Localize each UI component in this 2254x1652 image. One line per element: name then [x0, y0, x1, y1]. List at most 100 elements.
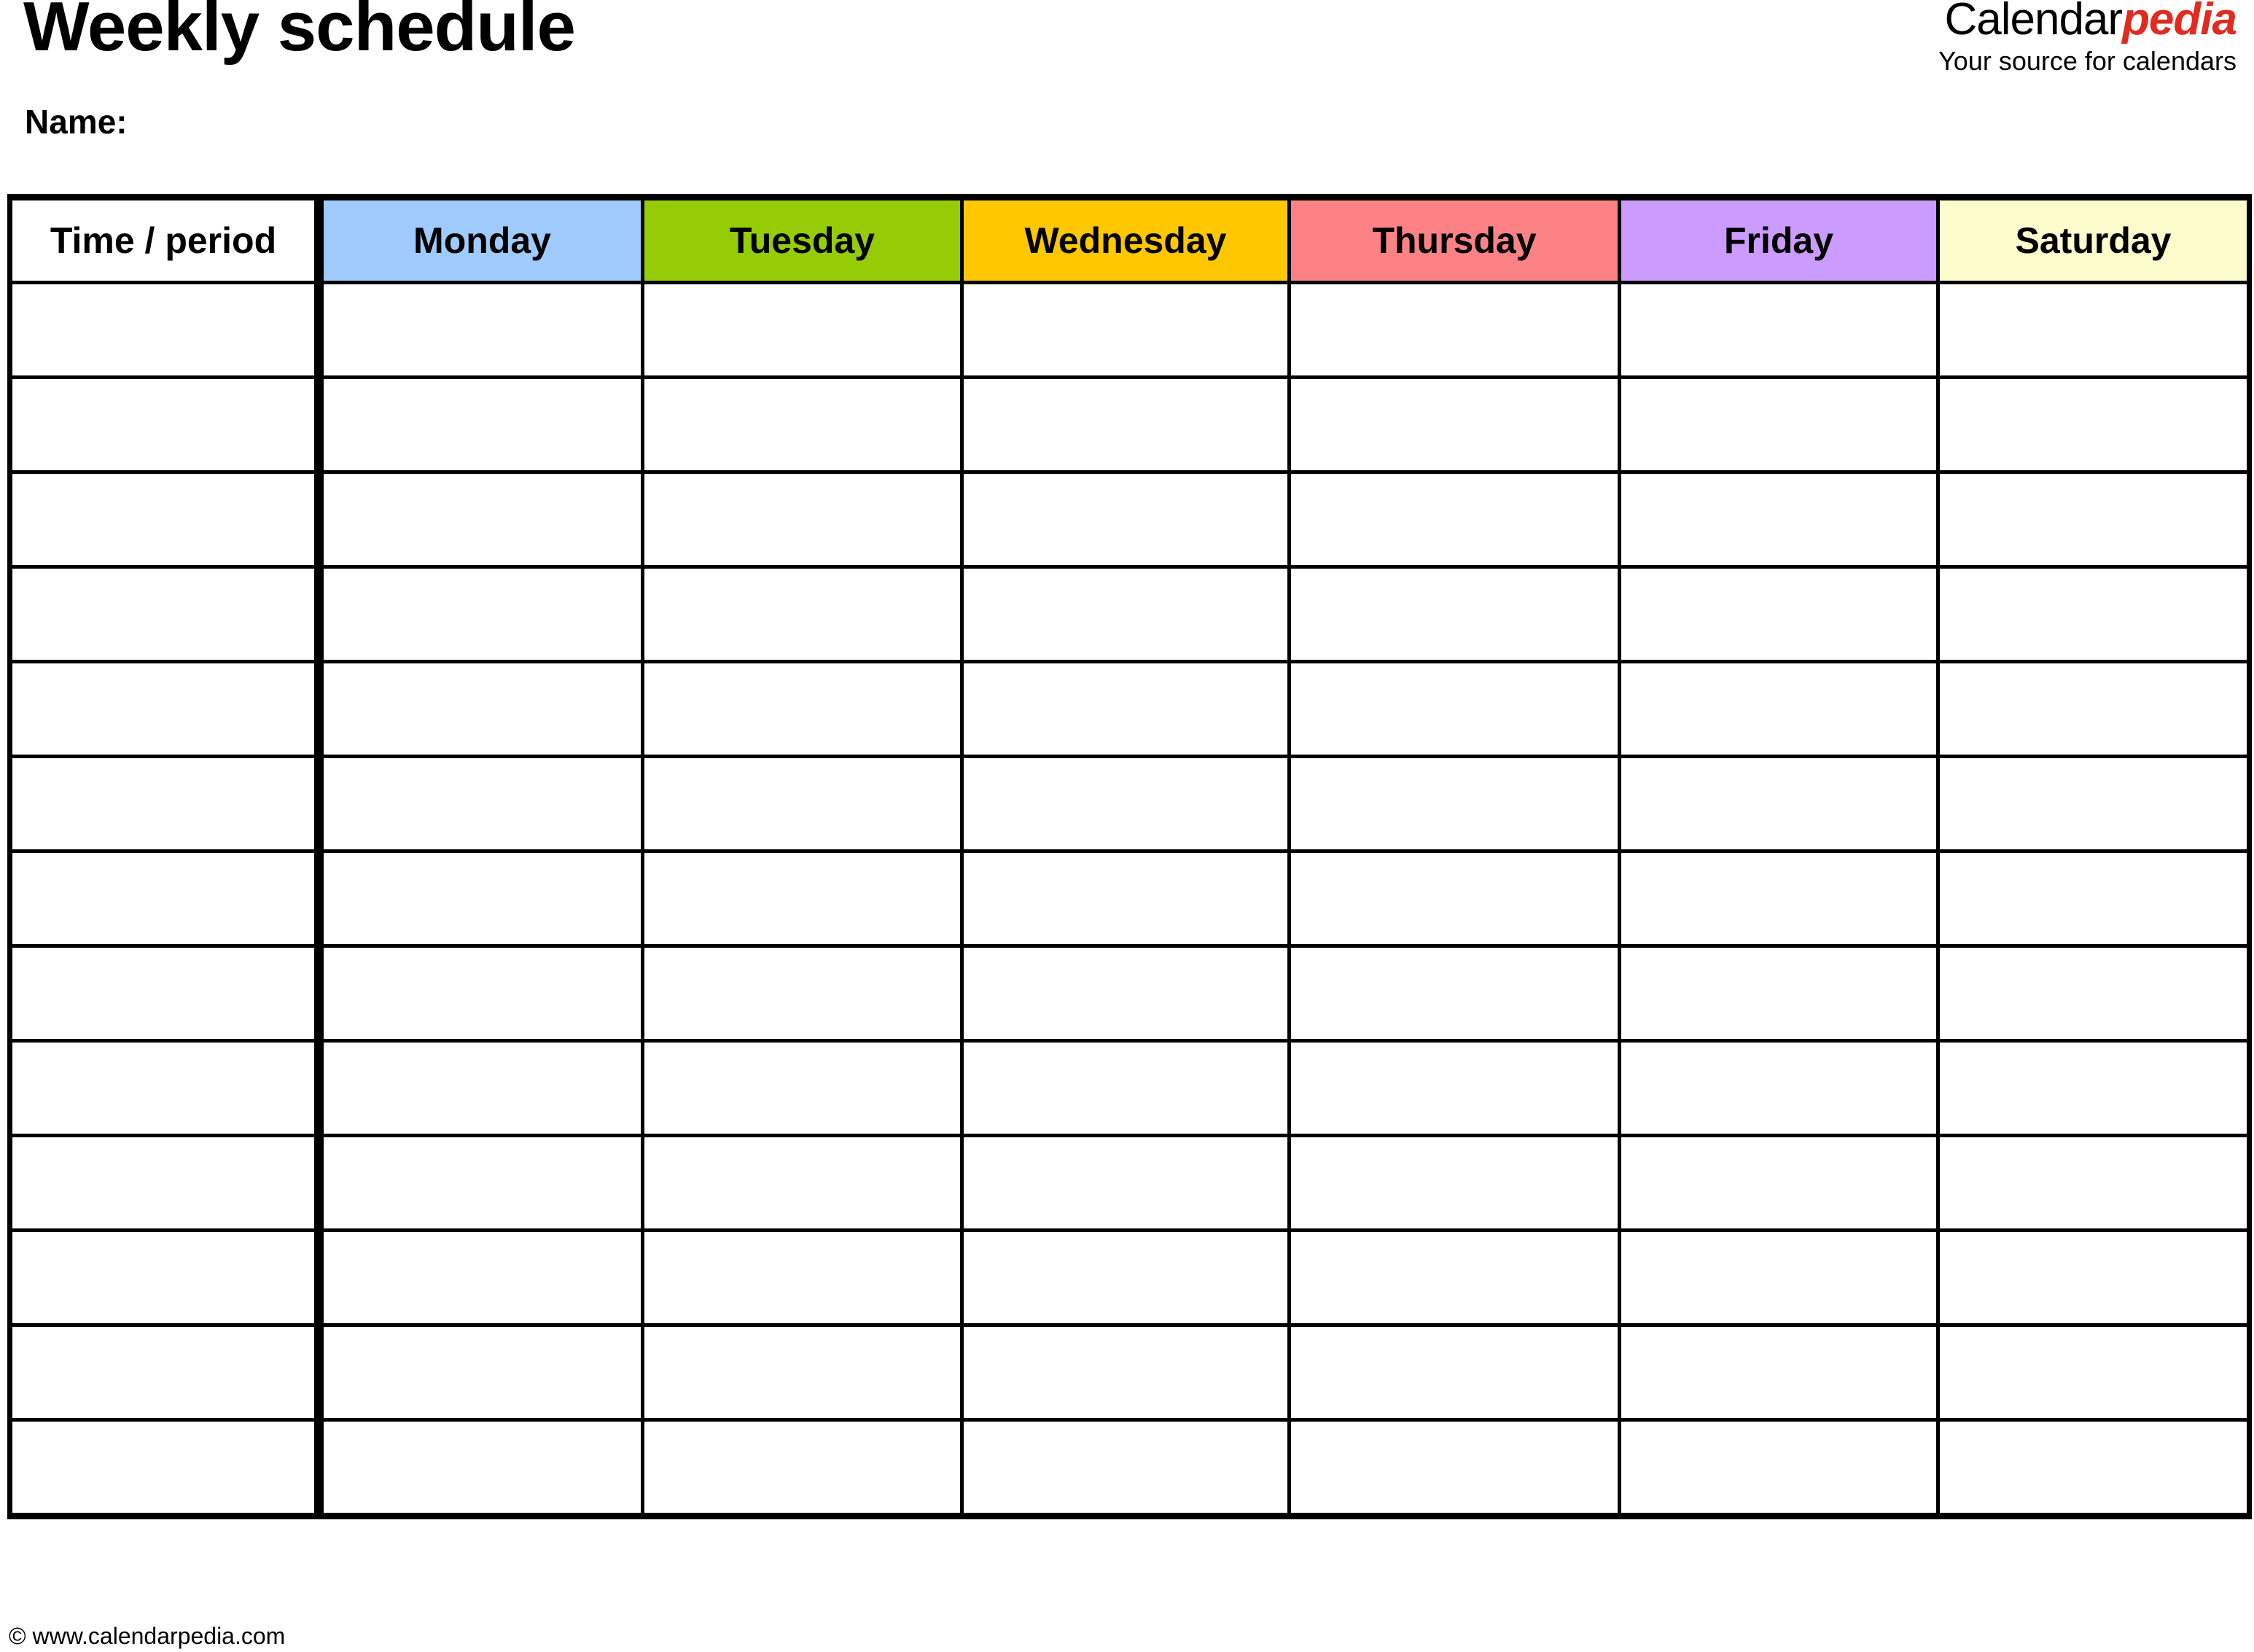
- schedule-cell-fri[interactable]: [1619, 377, 1940, 474]
- schedule-cell-thu[interactable]: [1289, 946, 1621, 1043]
- schedule-cell-time[interactable]: [9, 1230, 324, 1327]
- schedule-cell-time[interactable]: [9, 756, 324, 853]
- schedule-cell-mon[interactable]: [319, 946, 644, 1043]
- schedule-cell-thu[interactable]: [1289, 756, 1621, 853]
- schedule-cell-time[interactable]: [9, 1135, 324, 1232]
- schedule-cell-mon[interactable]: [319, 566, 644, 663]
- column-header-monday: Monday: [319, 197, 644, 284]
- schedule-cell-mon[interactable]: [319, 472, 644, 569]
- schedule-cell-thu[interactable]: [1289, 472, 1621, 569]
- schedule-cell-wed[interactable]: [962, 661, 1291, 758]
- table-row: [9, 946, 2250, 1043]
- schedule-cell-wed[interactable]: [962, 1419, 1291, 1516]
- schedule-cell-thu[interactable]: [1289, 661, 1621, 758]
- schedule-cell-wed[interactable]: [962, 1040, 1291, 1137]
- schedule-cell-sat[interactable]: [1938, 851, 2250, 948]
- schedule-cell-time[interactable]: [9, 282, 324, 379]
- schedule-cell-mon[interactable]: [319, 282, 644, 379]
- schedule-cell-fri[interactable]: [1619, 946, 1940, 1043]
- schedule-cell-tue[interactable]: [642, 472, 964, 569]
- schedule-cell-time[interactable]: [9, 1419, 324, 1516]
- schedule-cell-thu[interactable]: [1289, 1419, 1621, 1516]
- schedule-cell-sat[interactable]: [1938, 1040, 2250, 1137]
- schedule-cell-mon[interactable]: [319, 377, 644, 474]
- schedule-cell-fri[interactable]: [1619, 1325, 1940, 1422]
- schedule-cell-tue[interactable]: [642, 661, 964, 758]
- schedule-cell-wed[interactable]: [962, 1135, 1291, 1232]
- schedule-cell-wed[interactable]: [962, 472, 1291, 569]
- schedule-cell-time[interactable]: [9, 661, 324, 758]
- schedule-cell-thu[interactable]: [1289, 1040, 1621, 1137]
- schedule-cell-time[interactable]: [9, 472, 324, 569]
- schedule-cell-time[interactable]: [9, 1325, 324, 1422]
- schedule-cell-thu[interactable]: [1289, 1325, 1621, 1422]
- schedule-cell-fri[interactable]: [1619, 1230, 1940, 1327]
- schedule-cell-tue[interactable]: [642, 282, 964, 379]
- schedule-cell-sat[interactable]: [1938, 472, 2250, 569]
- schedule-cell-tue[interactable]: [642, 851, 964, 948]
- schedule-cell-mon[interactable]: [319, 1230, 644, 1327]
- schedule-cell-sat[interactable]: [1938, 1325, 2250, 1422]
- schedule-cell-thu[interactable]: [1289, 1135, 1621, 1232]
- schedule-cell-tue[interactable]: [642, 1135, 964, 1232]
- schedule-cell-sat[interactable]: [1938, 946, 2250, 1043]
- schedule-cell-time[interactable]: [9, 566, 324, 663]
- schedule-cell-mon[interactable]: [319, 1419, 644, 1516]
- schedule-cell-sat[interactable]: [1938, 1230, 2250, 1327]
- schedule-cell-sat[interactable]: [1938, 1419, 2250, 1516]
- schedule-cell-time[interactable]: [9, 377, 324, 474]
- schedule-cell-thu[interactable]: [1289, 282, 1621, 379]
- schedule-cell-wed[interactable]: [962, 1230, 1291, 1327]
- schedule-cell-fri[interactable]: [1619, 851, 1940, 948]
- schedule-cell-wed[interactable]: [962, 377, 1291, 474]
- table-row: [9, 1135, 2250, 1232]
- schedule-cell-wed[interactable]: [962, 566, 1291, 663]
- schedule-cell-wed[interactable]: [962, 756, 1291, 853]
- schedule-cell-fri[interactable]: [1619, 282, 1940, 379]
- schedule-cell-tue[interactable]: [642, 566, 964, 663]
- schedule-cell-fri[interactable]: [1619, 1040, 1940, 1137]
- schedule-cell-fri[interactable]: [1619, 661, 1940, 758]
- schedule-cell-sat[interactable]: [1938, 756, 2250, 853]
- schedule-cell-fri[interactable]: [1619, 472, 1940, 569]
- schedule-cell-mon[interactable]: [319, 1135, 644, 1232]
- page-title: Weekly schedule: [23, 0, 576, 66]
- schedule-cell-wed[interactable]: [962, 946, 1291, 1043]
- schedule-cell-sat[interactable]: [1938, 377, 2250, 474]
- schedule-cell-tue[interactable]: [642, 946, 964, 1043]
- schedule-cell-fri[interactable]: [1619, 756, 1940, 853]
- weekly-schedule-page: Weekly schedule Name: Calendarpedia Your…: [0, 0, 2254, 1652]
- schedule-cell-mon[interactable]: [319, 1325, 644, 1422]
- page-header: Weekly schedule Name: Calendarpedia Your…: [7, 0, 2247, 194]
- schedule-cell-mon[interactable]: [319, 851, 644, 948]
- schedule-cell-wed[interactable]: [962, 282, 1291, 379]
- schedule-cell-time[interactable]: [9, 851, 324, 948]
- schedule-cell-wed[interactable]: [962, 1325, 1291, 1422]
- schedule-cell-fri[interactable]: [1619, 566, 1940, 663]
- schedule-cell-sat[interactable]: [1938, 1135, 2250, 1232]
- schedule-cell-mon[interactable]: [319, 756, 644, 853]
- table-row: [9, 472, 2250, 569]
- schedule-cell-time[interactable]: [9, 946, 324, 1043]
- schedule-cell-wed[interactable]: [962, 851, 1291, 948]
- schedule-cell-tue[interactable]: [642, 377, 964, 474]
- schedule-cell-thu[interactable]: [1289, 851, 1621, 948]
- schedule-cell-sat[interactable]: [1938, 566, 2250, 663]
- schedule-cell-tue[interactable]: [642, 1325, 964, 1422]
- schedule-cell-tue[interactable]: [642, 756, 964, 853]
- schedule-cell-fri[interactable]: [1619, 1419, 1940, 1516]
- schedule-cell-time[interactable]: [9, 1040, 324, 1137]
- schedule-cell-thu[interactable]: [1289, 566, 1621, 663]
- schedule-cell-tue[interactable]: [642, 1230, 964, 1327]
- schedule-cell-thu[interactable]: [1289, 1230, 1621, 1327]
- schedule-cell-sat[interactable]: [1938, 282, 2250, 379]
- schedule-cell-sat[interactable]: [1938, 661, 2250, 758]
- schedule-cell-fri[interactable]: [1619, 1135, 1940, 1232]
- schedule-cell-tue[interactable]: [642, 1419, 964, 1516]
- schedule-cell-mon[interactable]: [319, 1040, 644, 1137]
- schedule-cell-tue[interactable]: [642, 1040, 964, 1137]
- column-header-friday: Friday: [1619, 197, 1940, 284]
- schedule-cell-thu[interactable]: [1289, 377, 1621, 474]
- schedule-cell-mon[interactable]: [319, 661, 644, 758]
- table-row: [9, 282, 2250, 379]
